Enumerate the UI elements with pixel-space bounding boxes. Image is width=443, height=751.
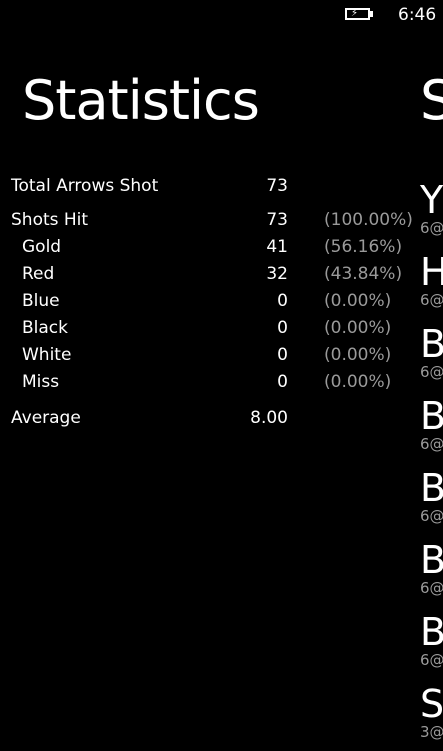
list-item-title: B (420, 394, 443, 438)
statistics-panel: Total Arrows Shot 73 Shots Hit 73 (100.0… (0, 0, 420, 738)
list-item[interactable]: B 6@ (420, 463, 443, 535)
next-panel-list-peek[interactable]: Y 6@ H 6@ B 6@ B 6@ B 6@ B 6@ B 6@ S 3@ (420, 175, 443, 751)
list-item-title: H (420, 250, 443, 294)
blue-label: Blue (22, 291, 60, 311)
white-percent: (0.00%) (324, 345, 392, 365)
gold-percent: (56.16%) (324, 237, 403, 257)
list-item-subtitle: 6@ (420, 651, 443, 669)
white-label: White (22, 345, 72, 365)
blue-row: Blue 0 (0.00%) (0, 288, 420, 314)
shots-hit-row: Shots Hit 73 (100.00%) (0, 207, 420, 233)
white-row: White 0 (0.00%) (0, 342, 420, 368)
gold-value: 41 (266, 237, 288, 257)
gold-label: Gold (22, 237, 62, 257)
miss-label: Miss (22, 372, 60, 392)
white-value: 0 (277, 345, 288, 365)
black-percent: (0.00%) (324, 318, 392, 338)
total-arrows-value: 73 (266, 176, 288, 196)
black-value: 0 (277, 318, 288, 338)
list-item-title: B (420, 610, 443, 654)
list-item-subtitle: 6@ (420, 363, 443, 381)
list-item[interactable]: S 3@ (420, 679, 443, 751)
total-arrows-row: Total Arrows Shot 73 (0, 173, 420, 199)
miss-percent: (0.00%) (324, 372, 392, 392)
blue-value: 0 (277, 291, 288, 311)
miss-row: Miss 0 (0.00%) (0, 369, 420, 395)
list-item-title: B (420, 538, 443, 582)
average-value: 8.00 (250, 408, 288, 428)
list-item-subtitle: 6@ (420, 435, 443, 453)
list-item-subtitle: 6@ (420, 219, 443, 237)
list-item[interactable]: B 6@ (420, 535, 443, 607)
shots-hit-percent: (100.00%) (324, 210, 413, 230)
list-item[interactable]: B 6@ (420, 319, 443, 391)
red-row: Red 32 (43.84%) (0, 261, 420, 287)
list-item-title: B (420, 466, 443, 510)
average-label: Average (11, 408, 81, 428)
red-label: Red (22, 264, 55, 284)
black-row: Black 0 (0.00%) (0, 315, 420, 341)
blue-percent: (0.00%) (324, 291, 392, 311)
list-item-title: B (420, 322, 443, 366)
total-arrows-label: Total Arrows Shot (11, 176, 159, 196)
list-item-subtitle: 6@ (420, 507, 443, 525)
red-percent: (43.84%) (324, 264, 403, 284)
shots-hit-label: Shots Hit (11, 210, 89, 230)
list-item[interactable]: B 6@ (420, 391, 443, 463)
black-label: Black (22, 318, 68, 338)
next-panel-title-peek[interactable]: S (420, 66, 443, 136)
average-row: Average 8.00 (0, 405, 420, 431)
gold-row: Gold 41 (56.16%) (0, 234, 420, 260)
list-item-title: Y (420, 178, 443, 222)
list-item-subtitle: 3@ (420, 723, 443, 741)
list-item-subtitle: 6@ (420, 291, 443, 309)
list-item-subtitle: 6@ (420, 579, 443, 597)
list-item-title: S (420, 682, 443, 726)
miss-value: 0 (277, 372, 288, 392)
list-item[interactable]: Y 6@ (420, 175, 443, 247)
list-item[interactable]: H 6@ (420, 247, 443, 319)
list-item[interactable]: B 6@ (420, 607, 443, 679)
red-value: 32 (266, 264, 288, 284)
shots-hit-value: 73 (266, 210, 288, 230)
